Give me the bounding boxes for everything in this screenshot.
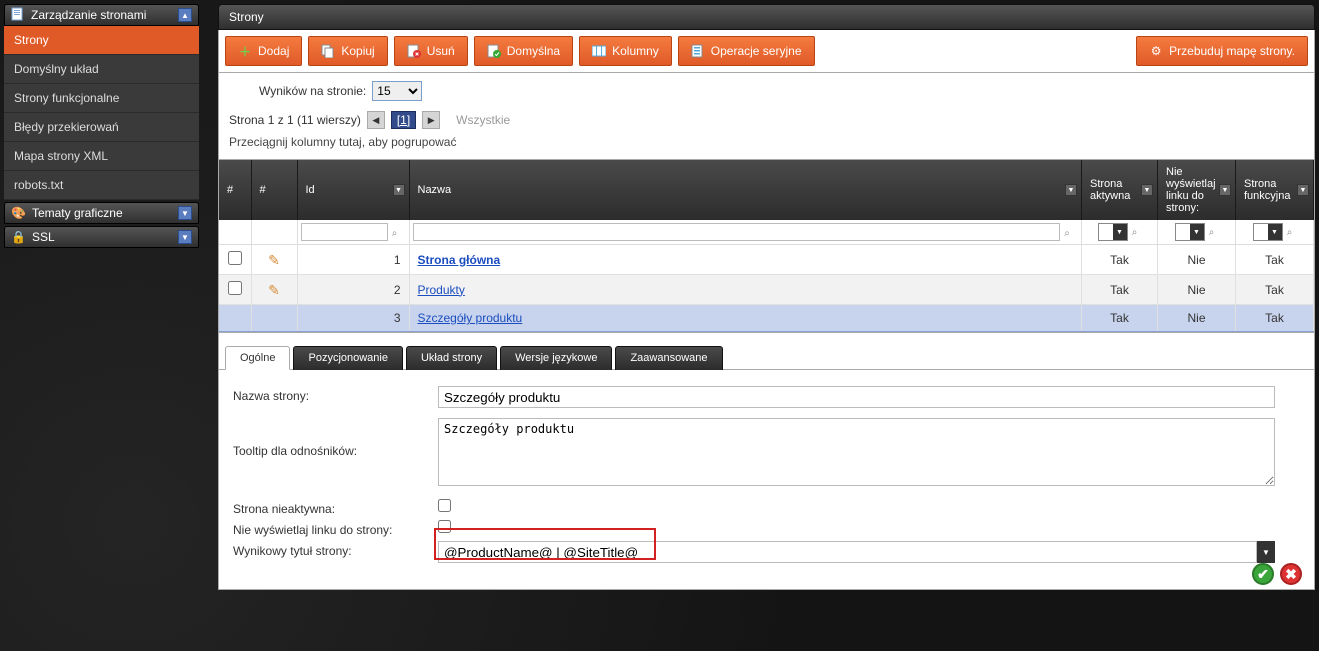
palette-icon: 🎨 [11,206,26,220]
col-func[interactable]: Strona funkcyjna▼ [1236,160,1314,220]
pager-text: Strona 1 z 1 (11 wierszy) [229,113,361,127]
col-active[interactable]: Strona aktywna▼ [1082,160,1158,220]
table-row[interactable]: 2 Produkty Tak Nie Tak [219,275,1314,305]
dropdown-button[interactable]: ▼ [1257,541,1275,563]
col-idx1[interactable]: # [219,160,251,220]
pager-prev[interactable]: ◀ [367,111,385,129]
row-link[interactable]: Produkty [418,283,465,297]
nav-list: Strony Domyślny układ Strony funkcjonaln… [4,26,199,200]
table-row[interactable]: 3 Szczegóły produktu Tak Nie Tak [219,305,1314,332]
filter-icon[interactable]: ⌕ [388,226,402,240]
table-row[interactable]: 1 Strona główna Tak Nie Tak [219,245,1314,275]
filter-active[interactable] [1098,223,1128,241]
results-label: Wyników na stronie: [259,84,366,98]
delete-button[interactable]: Usuń [394,36,468,66]
panel-header-pages[interactable]: Zarządzanie stronami ▲ [4,4,199,26]
edit-icon[interactable] [266,282,282,298]
page-title: Strony [218,4,1315,30]
panel-title-ssl: SSL [32,230,55,244]
row-link[interactable]: Strona główna [418,253,501,267]
filter-icon[interactable]: ⌕ [1283,225,1297,239]
results-select[interactable]: 15 [372,81,422,101]
delete-icon [407,44,421,58]
nav-item-robots[interactable]: robots.txt [4,171,199,200]
columns-icon [592,44,606,58]
nav-item-mapa-xml[interactable]: Mapa strony XML [4,142,199,171]
detail-panel: Ogólne Pozycjonowanie Układ strony Wersj… [218,333,1315,590]
sort-icon[interactable]: ▼ [393,184,405,196]
filter-icon[interactable]: ⌕ [1128,225,1142,239]
row-checkbox[interactable] [228,251,242,265]
default-button[interactable]: Domyślna [474,36,573,66]
row-checkbox[interactable] [228,281,242,295]
panel-title-themes: Tematy graficzne [32,206,123,220]
ok-button[interactable]: ✔ [1252,563,1274,585]
filter-row: ⌕ ⌕ ⌕ ⌕ ⌕ [219,220,1314,245]
input-tooltip[interactable] [438,418,1275,486]
default-icon [487,44,501,58]
col-id[interactable]: Id▼ [297,160,409,220]
col-hide[interactable]: Nie wyświetlaj linku do strony:▼ [1158,160,1236,220]
panel-header-themes[interactable]: 🎨 Tematy graficzne ▼ [4,202,199,224]
label-tooltip: Tooltip dla odnośników: [233,418,438,458]
row-link[interactable]: Szczegóły produktu [418,311,523,325]
sort-icon[interactable]: ▼ [1141,184,1153,196]
panel-title: Zarządzanie stronami [31,8,146,22]
columns-button[interactable]: Kolumny [579,36,672,66]
doc-icon [11,7,25,24]
label-hide-link: Nie wyświetlaj linku do strony: [233,520,438,537]
edit-icon[interactable] [266,252,282,268]
pager-next[interactable]: ▶ [422,111,440,129]
nav-item-strony[interactable]: Strony [4,26,199,55]
checkbox-inactive[interactable] [438,499,451,512]
sort-icon[interactable]: ▼ [1219,184,1231,196]
filter-id[interactable] [301,223,388,241]
batch-button[interactable]: Operacje seryjne [678,36,815,66]
add-button[interactable]: ＋ Dodaj [225,36,302,66]
expand-icon[interactable]: ▼ [178,206,192,220]
input-result-title[interactable] [438,541,1257,563]
tab-strip: Ogólne Pozycjonowanie Układ strony Wersj… [219,345,1314,370]
cancel-button[interactable]: ✖ [1280,563,1302,585]
tab-general[interactable]: Ogólne [225,346,290,370]
group-hint: Przeciągnij kolumny tutaj, aby pogrupowa… [229,129,1304,151]
tab-layout[interactable]: Układ strony [406,346,497,370]
copy-button[interactable]: Kopiuj [308,36,387,66]
grid: # # Id▼ Nazwa▼ Strona aktywna▼ Nie wyświ… [218,160,1315,333]
filter-name[interactable] [413,223,1061,241]
batch-icon [691,44,705,58]
toolbar: ＋ Dodaj Kopiuj Usuń Domyślna Kolumny Ope… [218,30,1315,73]
col-name[interactable]: Nazwa▼ [409,160,1082,220]
label-inactive: Strona nieaktywna: [233,499,438,516]
filter-icon[interactable]: ⌕ [1205,225,1219,239]
collapse-icon[interactable]: ▲ [178,8,192,22]
filter-func[interactable] [1253,223,1283,241]
sort-icon[interactable]: ▼ [1065,184,1077,196]
input-page-name[interactable] [438,386,1275,408]
tab-advanced[interactable]: Zaawansowane [615,346,722,370]
pager-all[interactable]: Wszystkie [456,113,510,127]
nav-item-bledy[interactable]: Błędy przekierowań [4,113,199,142]
plus-icon: ＋ [238,44,252,58]
filter-hide[interactable] [1175,223,1205,241]
expand-icon[interactable]: ▼ [178,230,192,244]
label-result-title: Wynikowy tytuł strony: [233,541,438,558]
tab-seo[interactable]: Pozycjonowanie [293,346,403,370]
panel-header-ssl[interactable]: 🔒 SSL ▼ [4,226,199,248]
gear-icon: ⚙ [1149,44,1163,58]
nav-item-funkcjonalne[interactable]: Strony funkcjonalne [4,84,199,113]
tab-lang[interactable]: Wersje językowe [500,346,612,370]
pager-current[interactable]: [1] [391,111,416,129]
nav-item-domyslny[interactable]: Domyślny układ [4,55,199,84]
label-page-name: Nazwa strony: [233,386,438,403]
filter-icon[interactable]: ⌕ [1060,226,1074,240]
lock-icon: 🔒 [11,230,26,244]
copy-icon [321,44,335,58]
rebuild-button[interactable]: ⚙ Przebuduj mapę strony. [1136,36,1308,66]
col-idx2[interactable]: # [251,160,297,220]
checkbox-hide-link[interactable] [438,520,451,533]
sort-icon[interactable]: ▼ [1297,184,1309,196]
